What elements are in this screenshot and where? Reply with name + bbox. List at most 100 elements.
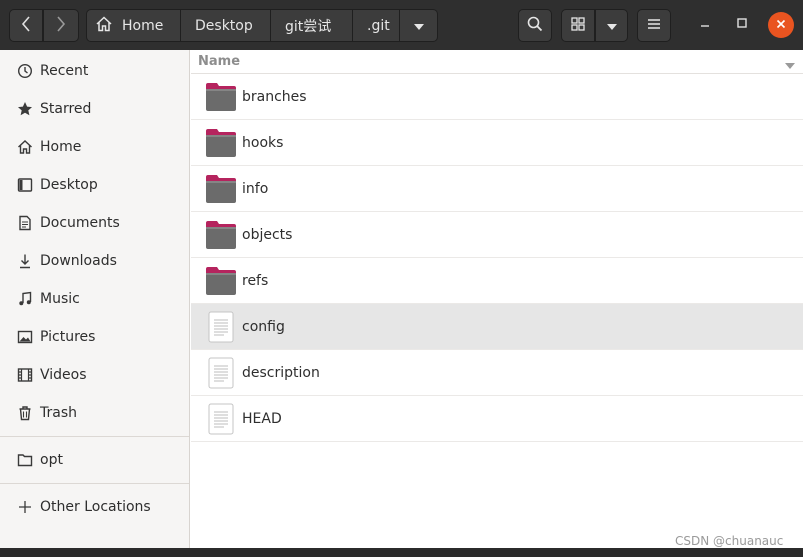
sidebar-item-label: Other Locations — [40, 499, 151, 515]
minimize-icon — [700, 16, 710, 32]
path-dropdown-button[interactable] — [400, 9, 438, 42]
sidebar-item-label: Desktop — [40, 177, 98, 193]
file-name: objects — [242, 226, 293, 243]
close-icon — [776, 17, 786, 33]
search-button[interactable] — [518, 9, 552, 42]
sidebar-item-home[interactable]: Home — [0, 128, 189, 166]
path-crumb-git[interactable]: .git — [353, 9, 400, 42]
close-button[interactable] — [768, 12, 794, 38]
file-list-view: Name branches hooks info objects refs co… — [191, 50, 803, 548]
text-file-icon — [205, 403, 237, 435]
file-name: info — [242, 180, 269, 197]
file-row[interactable]: info — [191, 166, 803, 212]
home-icon — [95, 15, 113, 37]
grid-view-icon — [571, 16, 585, 35]
path-crumb-git-test[interactable]: git尝试 — [271, 9, 353, 42]
sidebar-item-label: Music — [40, 291, 80, 307]
clock-icon — [16, 62, 34, 80]
path-crumb-label: git尝试 — [285, 18, 332, 35]
sidebar-item-label: Home — [40, 139, 82, 155]
folder-icon — [16, 451, 34, 469]
watermark: CSDN @chuanauc — [675, 534, 784, 548]
sort-down-icon — [785, 58, 795, 73]
file-name: branches — [242, 88, 307, 105]
sidebar-item-label: Documents — [40, 215, 120, 231]
file-name: refs — [242, 272, 269, 289]
path-crumb-label: Desktop — [195, 17, 253, 34]
sidebar-item-music[interactable]: Music — [0, 280, 189, 318]
sidebar-item-documents[interactable]: Documents — [0, 204, 189, 242]
download-icon — [16, 252, 34, 270]
home-icon — [16, 138, 34, 156]
header-bar: Home Desktop git尝试 .git — [0, 0, 803, 50]
sidebar-item-label: opt — [40, 452, 63, 468]
music-note-icon — [16, 290, 34, 308]
sidebar-item-other-locations[interactable]: Other Locations — [0, 488, 189, 526]
chevron-left-icon — [21, 15, 31, 36]
triangle-down-icon — [606, 18, 617, 34]
file-row[interactable]: refs — [191, 258, 803, 304]
sidebar-item-label: Downloads — [40, 253, 117, 269]
file-name: hooks — [242, 134, 284, 151]
sidebar-item-label: Videos — [40, 367, 87, 383]
folder-icon — [205, 81, 237, 113]
hamburger-menu-icon — [647, 18, 661, 34]
path-crumb-desktop[interactable]: Desktop — [181, 9, 271, 42]
sidebar-item-opt[interactable]: opt — [0, 441, 189, 479]
folder-icon — [205, 127, 237, 159]
forward-button[interactable] — [43, 9, 79, 42]
file-name: config — [242, 318, 285, 335]
view-options-button[interactable] — [595, 9, 628, 42]
path-crumb-label: .git — [367, 17, 390, 34]
file-row[interactable]: HEAD — [191, 396, 803, 442]
column-header-name[interactable]: Name — [191, 50, 803, 74]
sidebar-item-videos[interactable]: Videos — [0, 356, 189, 394]
search-icon — [527, 16, 543, 36]
text-file-icon — [205, 311, 237, 343]
sidebar-item-starred[interactable]: Starred — [0, 90, 189, 128]
file-name: HEAD — [242, 410, 282, 427]
file-row[interactable]: hooks — [191, 120, 803, 166]
text-file-icon — [205, 357, 237, 389]
places-sidebar: Recent Starred Home Desktop Documents Do… — [0, 50, 190, 548]
back-button[interactable] — [9, 9, 43, 42]
sidebar-item-label: Trash — [40, 405, 77, 421]
sidebar-item-label: Starred — [40, 101, 92, 117]
maximize-button[interactable] — [728, 10, 756, 38]
trash-icon — [16, 404, 34, 422]
triangle-down-icon — [413, 18, 424, 34]
document-icon — [16, 214, 34, 232]
sidebar-divider — [0, 436, 189, 437]
sidebar-item-desktop[interactable]: Desktop — [0, 166, 189, 204]
picture-icon — [16, 328, 34, 346]
path-bar: Home Desktop git尝试 .git — [86, 9, 438, 42]
sidebar-item-label: Pictures — [40, 329, 96, 345]
chevron-right-icon — [56, 15, 66, 36]
file-row[interactable]: description — [191, 350, 803, 396]
file-row-selected[interactable]: config — [191, 304, 803, 350]
column-header-label: Name — [198, 54, 241, 69]
sidebar-item-downloads[interactable]: Downloads — [0, 242, 189, 280]
file-name: description — [242, 364, 320, 381]
sidebar-item-pictures[interactable]: Pictures — [0, 318, 189, 356]
file-manager-window: Home Desktop git尝试 .git Recent Starred H… — [0, 0, 803, 548]
maximize-icon — [737, 16, 747, 32]
folder-icon — [205, 173, 237, 205]
file-row[interactable]: branches — [191, 74, 803, 120]
file-row[interactable]: objects — [191, 212, 803, 258]
star-icon — [16, 100, 34, 118]
main-menu-button[interactable] — [637, 9, 671, 42]
plus-icon — [16, 498, 34, 516]
path-crumb-label: Home — [122, 17, 164, 34]
minimize-button[interactable] — [691, 10, 719, 38]
film-icon — [16, 366, 34, 384]
sidebar-item-label: Recent — [40, 63, 89, 79]
folder-icon — [205, 219, 237, 251]
sidebar-item-trash[interactable]: Trash — [0, 394, 189, 432]
sidebar-divider — [0, 483, 189, 484]
path-crumb-home[interactable]: Home — [86, 9, 181, 42]
view-toggle-button[interactable] — [561, 9, 595, 42]
folder-icon — [205, 265, 237, 297]
desktop-icon — [16, 176, 34, 194]
sidebar-item-recent[interactable]: Recent — [0, 52, 189, 90]
